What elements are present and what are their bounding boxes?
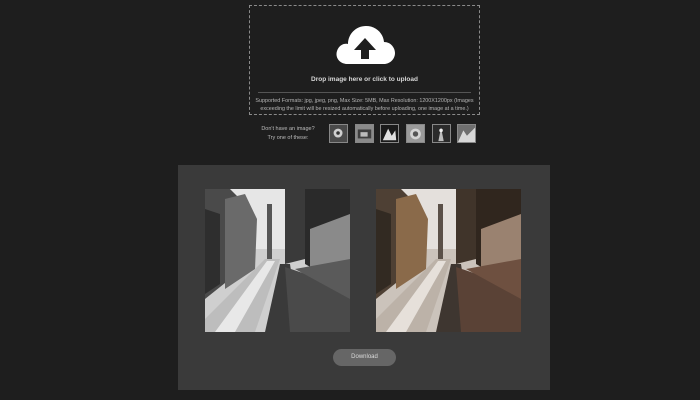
cloud-upload-icon [336,26,395,64]
divider [258,92,471,93]
original-grayscale-image [205,189,350,332]
page: Drop image here or click to upload Suppo… [0,0,700,400]
sample-image-thumbnail[interactable] [329,124,348,143]
sample-image-thumbnail[interactable] [457,124,476,143]
colorized-image [376,189,521,332]
upload-dropzone[interactable]: Drop image here or click to upload Suppo… [249,5,480,115]
upload-prompt: Drop image here or click to upload [311,76,418,83]
sample-image-thumbnail[interactable] [406,124,425,143]
sample-image-thumbnail[interactable] [355,124,374,143]
result-panel: Download [178,165,550,390]
sample-images-label: Don't have an image? Try one of these: [261,126,315,141]
supported-formats-text: Supported Formats: jpg, jpeg, png, Max S… [255,98,474,112]
sample-image-thumbnail[interactable] [432,124,451,143]
download-button[interactable]: Download [333,349,396,366]
sample-image-thumbnail[interactable] [380,124,399,143]
